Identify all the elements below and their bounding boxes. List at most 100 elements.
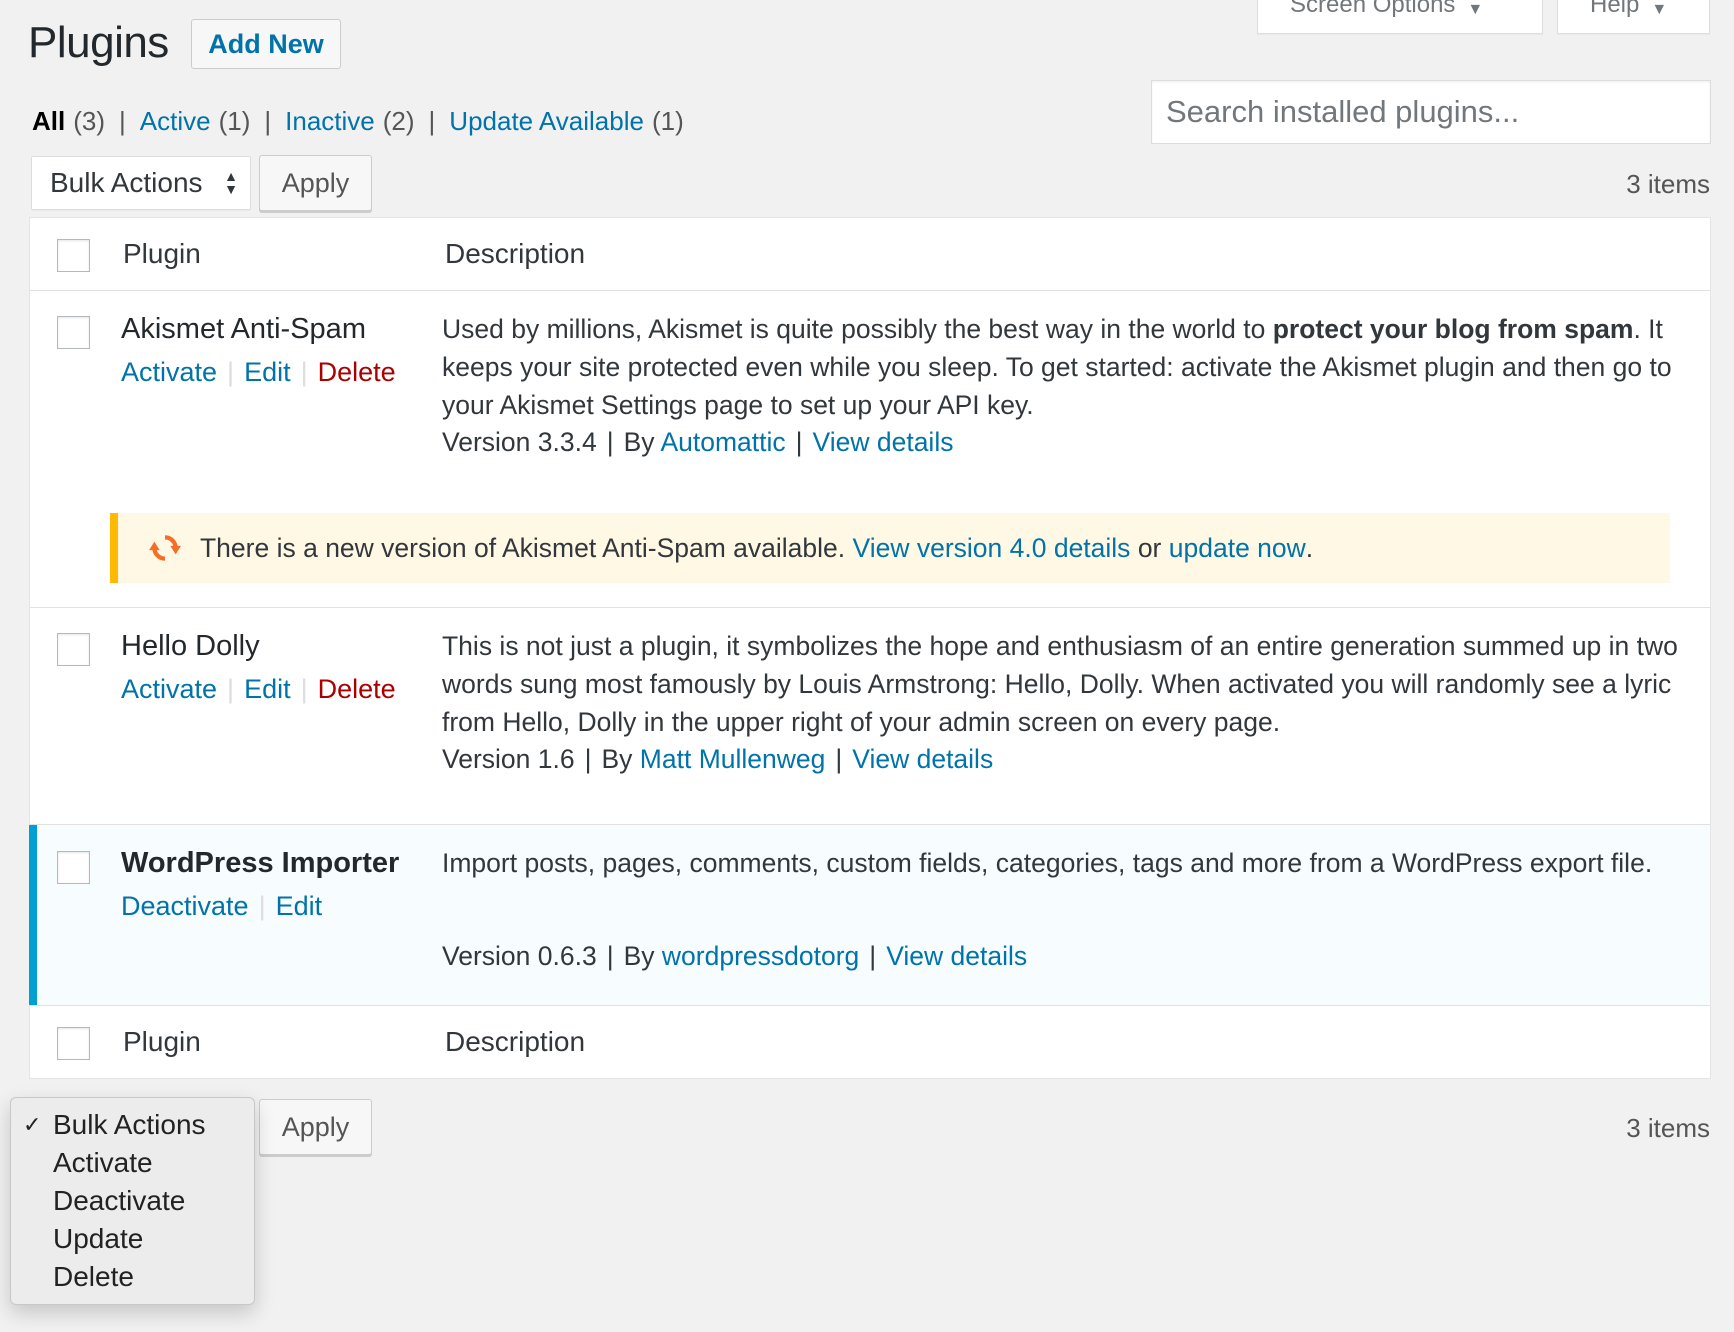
update-notice-or: or	[1137, 532, 1162, 563]
help-tab[interactable]: Help ▼	[1557, 0, 1710, 34]
dropdown-option-delete[interactable]: Delete	[11, 1258, 254, 1296]
edit-link[interactable]: Edit	[244, 357, 291, 388]
plugin-meta: Version 0.6.3 | By wordpressdotorg | View de…	[442, 941, 1028, 971]
author-link[interactable]: Automattic	[660, 427, 785, 457]
option-label: Update	[53, 1223, 144, 1254]
filter-separator: |	[264, 106, 272, 136]
plugin-status-filters: All (3) | Active (1) | Inactive (2) | Up…	[32, 106, 684, 137]
author-link[interactable]: Matt Mullenweg	[640, 744, 826, 774]
filter-active-count: (1)	[218, 106, 251, 136]
action-separator: |	[227, 357, 235, 387]
table-footer: Plugin Description	[30, 1005, 1710, 1077]
plugins-table: Plugin Description Akismet Anti-Spam Act…	[29, 217, 1711, 1079]
delete-link[interactable]: Delete	[318, 357, 396, 388]
search-input[interactable]: Search installed plugins...	[1151, 80, 1711, 144]
action-separator: |	[227, 674, 235, 704]
view-details-link[interactable]: View details	[886, 941, 1027, 971]
option-label: Bulk Actions	[53, 1109, 206, 1140]
column-description: Description	[445, 238, 586, 269]
view-details-link[interactable]: View details	[852, 744, 993, 774]
view-details-link[interactable]: View details	[813, 427, 954, 457]
add-new-button[interactable]: Add New	[191, 19, 341, 69]
update-notice-text: There is a new version of Akismet Anti-S…	[200, 532, 846, 563]
filter-inactive-count: (2)	[382, 106, 415, 136]
description-bold: protect your blog from spam	[1272, 314, 1634, 344]
row-actions: Activate | Edit | Delete	[121, 357, 396, 388]
filter-active[interactable]: Active	[140, 106, 211, 137]
dropdown-option-bulk-actions[interactable]: ✓ Bulk Actions	[11, 1106, 254, 1144]
action-separator: |	[300, 674, 308, 704]
caret-down-icon: ▼	[1651, 1, 1668, 18]
select-arrows-icon: ▲ ▼	[224, 168, 238, 197]
delete-link[interactable]: Delete	[318, 674, 396, 705]
edit-link[interactable]: Edit	[244, 674, 291, 705]
update-now-link[interactable]: update now	[1169, 533, 1306, 564]
by-label: By	[601, 744, 633, 774]
screen-options-tab[interactable]: Screen Options ▼	[1257, 0, 1543, 34]
apply-button-bottom[interactable]: Apply	[259, 1099, 372, 1155]
plugin-checkbox[interactable]	[57, 633, 90, 666]
plugin-description: Import posts, pages, comments, custom fi…	[442, 848, 1653, 878]
plugin-name: Hello Dolly	[121, 630, 260, 662]
plugin-row-akismet: Akismet Anti-Spam Activate | Edit | Dele…	[30, 290, 1710, 607]
plugin-description: Used by millions, Akismet is quite possi…	[442, 310, 1704, 424]
by-label: By	[623, 941, 655, 971]
filter-separator: |	[119, 106, 126, 136]
action-separator: |	[258, 891, 266, 921]
select-all-checkbox[interactable]	[57, 239, 90, 272]
activate-link[interactable]: Activate	[121, 357, 217, 388]
filter-inactive[interactable]: Inactive	[285, 106, 375, 137]
row-actions: Activate | Edit | Delete	[121, 674, 396, 705]
row-actions: Deactivate | Edit	[121, 891, 322, 922]
dropdown-option-deactivate[interactable]: Deactivate	[11, 1182, 254, 1220]
plugin-version: Version 1.6	[442, 744, 575, 774]
option-label: Deactivate	[53, 1185, 186, 1216]
view-version-details-link[interactable]: View version 4.0 details	[853, 533, 1131, 564]
dropdown-option-update[interactable]: Update	[11, 1220, 254, 1258]
items-count-top: 3 items	[1626, 169, 1710, 199]
plugin-checkbox[interactable]	[57, 316, 90, 349]
bulk-actions-select-label: Bulk Actions	[50, 167, 203, 198]
search-placeholder: Search installed plugins...	[1166, 94, 1520, 129]
plugin-meta: Version 3.3.4 | By Automattic | View details	[442, 427, 954, 457]
column-description: Description	[445, 1026, 586, 1057]
action-separator: |	[300, 357, 308, 387]
edit-link[interactable]: Edit	[276, 891, 323, 922]
items-count-bottom: 3 items	[1626, 1113, 1710, 1143]
description-text: Used by millions, Akismet is quite possi…	[442, 314, 1273, 344]
plugin-row-hello-dolly: Hello Dolly Activate | Edit | Delete Thi…	[30, 607, 1710, 824]
plugin-meta: Version 1.6 | By Matt Mullenweg | View detai…	[442, 744, 994, 774]
option-label: Delete	[53, 1261, 134, 1292]
plugin-name: Akismet Anti-Spam	[121, 313, 366, 345]
dropdown-option-activate[interactable]: Activate	[11, 1144, 254, 1182]
option-label: Activate	[53, 1147, 153, 1178]
page-title: Plugins	[28, 18, 169, 67]
column-plugin[interactable]: Plugin	[123, 238, 201, 270]
update-refresh-icon	[149, 535, 181, 561]
filter-all-count: (3)	[73, 106, 106, 136]
bulk-actions-dropdown-menu[interactable]: ✓ Bulk Actions Activate Deactivate Updat…	[10, 1097, 255, 1305]
plugin-name: WordPress Importer	[121, 847, 400, 879]
filter-update-available-count: (1)	[651, 106, 684, 136]
bulk-actions-select-top[interactable]: Bulk Actions ▲ ▼	[31, 156, 251, 210]
help-label: Help	[1590, 0, 1640, 18]
plugin-version: Version 0.6.3	[442, 941, 597, 971]
deactivate-link[interactable]: Deactivate	[121, 891, 249, 922]
screen-options-label: Screen Options	[1290, 0, 1456, 18]
author-link[interactable]: wordpressdotorg	[662, 941, 859, 971]
by-label: By	[623, 427, 655, 457]
plugin-version: Version 3.3.4	[442, 427, 597, 457]
select-all-checkbox[interactable]	[57, 1027, 90, 1060]
plugin-row-wordpress-importer: WordPress Importer Deactivate | Edit Imp…	[29, 824, 1710, 1005]
update-notice-end: .	[1305, 532, 1314, 563]
apply-button-top[interactable]: Apply	[259, 155, 372, 211]
plugin-checkbox[interactable]	[57, 851, 90, 884]
filter-all[interactable]: All	[32, 106, 65, 137]
column-plugin[interactable]: Plugin	[123, 1026, 201, 1058]
checkmark-icon: ✓	[23, 1112, 42, 1137]
update-notice: There is a new version of Akismet Anti-S…	[110, 513, 1670, 583]
activate-link[interactable]: Activate	[121, 674, 217, 705]
plugin-description: This is not just a plugin, it symbolizes…	[442, 631, 1678, 737]
active-indicator	[29, 825, 37, 1005]
filter-update-available[interactable]: Update Available	[449, 106, 644, 137]
